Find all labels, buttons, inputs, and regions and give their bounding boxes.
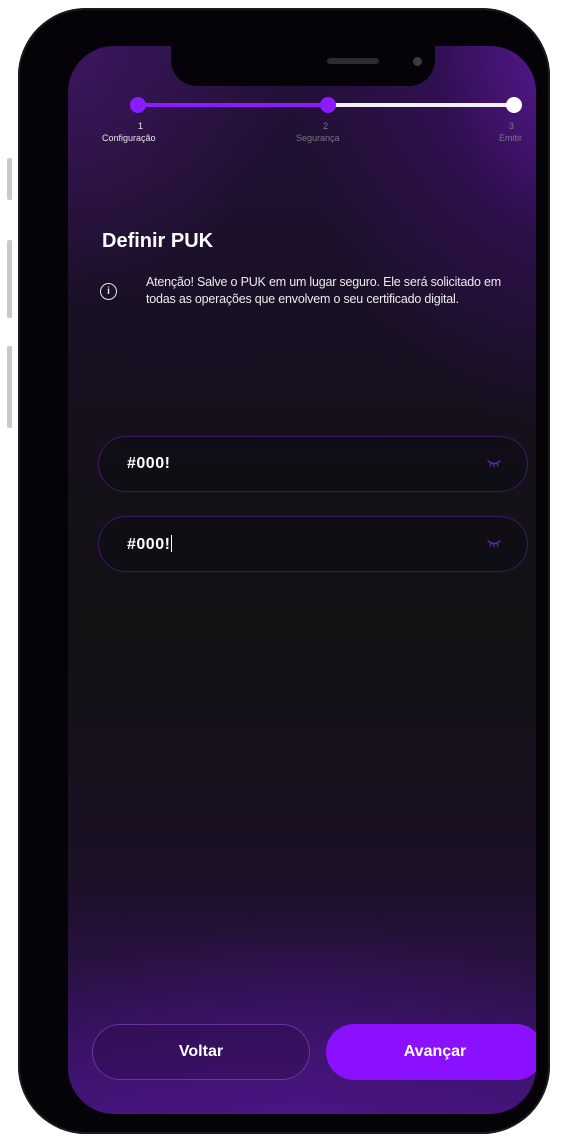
puk-field[interactable]: #000! xyxy=(98,436,528,492)
step-1-label: Configuração xyxy=(102,133,156,143)
info-message: Atenção! Salve o PUK em um lugar seguro.… xyxy=(146,275,501,306)
front-camera xyxy=(413,57,422,66)
back-button[interactable]: Voltar xyxy=(92,1024,310,1080)
step-1-dot xyxy=(130,97,146,113)
next-button[interactable]: Avançar xyxy=(326,1024,536,1080)
puk-field-value: #000! xyxy=(127,455,171,472)
info-icon: i xyxy=(100,283,117,300)
step-2-dot xyxy=(320,97,336,113)
step-3-label: Emitir xyxy=(499,133,522,143)
step-3-dot xyxy=(506,97,522,113)
mute-switch xyxy=(7,158,12,200)
app-screen: 1 Configuração 2 Segurança 3 Emitir Defi… xyxy=(68,46,536,1114)
eye-off-icon[interactable] xyxy=(487,458,501,468)
step-3-number: 3 xyxy=(509,121,515,131)
puk-confirm-field-value: #000! xyxy=(127,535,173,553)
phone-frame: 1 Configuração 2 Segurança 3 Emitir Defi… xyxy=(18,8,550,1134)
stepper-track-completed xyxy=(138,103,328,107)
text-cursor xyxy=(171,535,173,552)
volume-down-button xyxy=(7,346,12,428)
volume-up-button xyxy=(7,240,12,318)
stepper-track-remaining xyxy=(328,103,514,107)
speaker-grille xyxy=(327,58,379,64)
page-title: Definir PUK xyxy=(102,230,214,252)
step-1-number: 1 xyxy=(138,121,144,131)
step-2-label: Segurança xyxy=(296,133,340,143)
notch xyxy=(171,46,435,86)
progress-stepper: 1 Configuração 2 Segurança 3 Emitir xyxy=(68,96,536,166)
puk-confirm-field[interactable]: #000! xyxy=(98,516,528,572)
eye-off-icon[interactable] xyxy=(487,538,501,548)
step-2-number: 2 xyxy=(323,121,329,131)
